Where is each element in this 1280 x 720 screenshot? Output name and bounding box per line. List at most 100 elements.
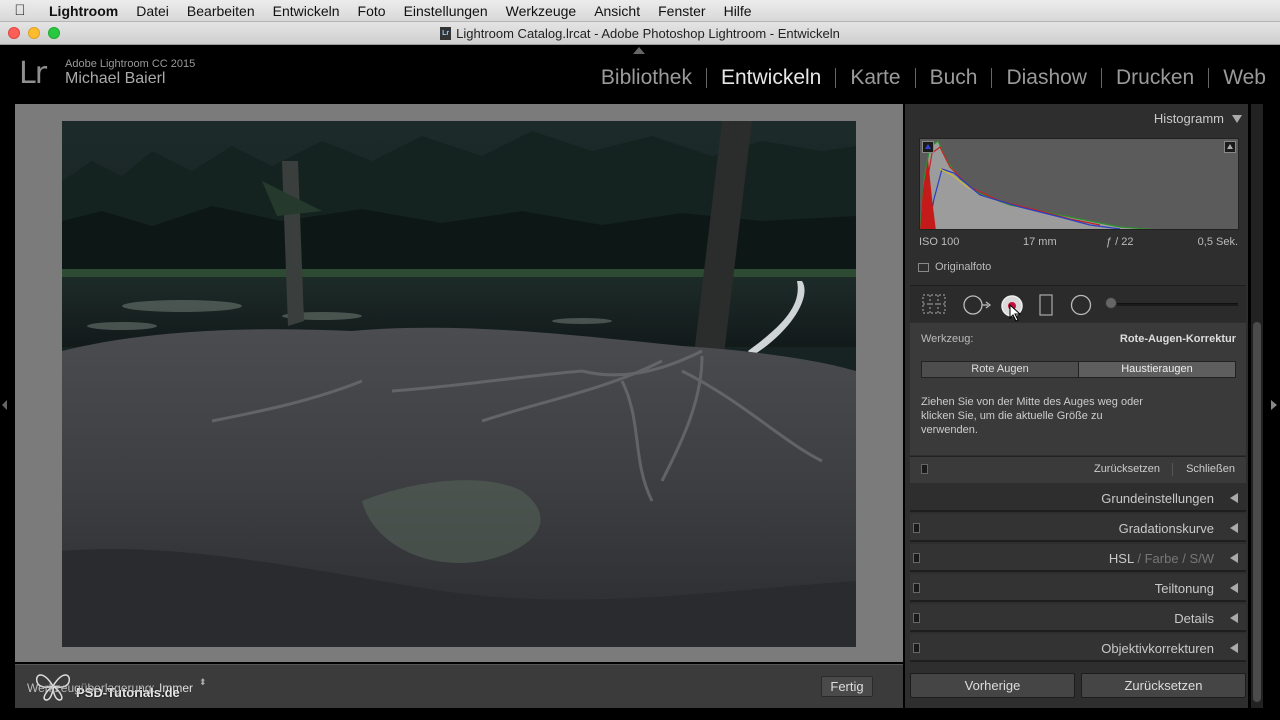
done-button[interactable]: Fertig <box>821 676 873 697</box>
module-entwickeln[interactable]: Entwickeln <box>705 67 835 88</box>
exif-aperture: ƒ / 22 <box>1106 236 1134 248</box>
photo-image <box>62 121 856 647</box>
section-toggle-switch[interactable] <box>913 523 920 533</box>
red-eye-footer: Zurücksetzen Schließen <box>910 456 1246 483</box>
module-web[interactable]: Web <box>1208 67 1280 88</box>
module-drucken[interactable]: Drucken <box>1100 67 1208 88</box>
spot-removal-icon[interactable] <box>962 294 992 316</box>
menu-foto[interactable]: Foto <box>349 3 395 19</box>
separator <box>1172 463 1173 476</box>
document-icon: Lr <box>440 26 452 40</box>
section-toggle-switch[interactable] <box>913 643 920 653</box>
right-panel-scrollbar[interactable] <box>1251 104 1263 708</box>
bw-tab[interactable]: S/W <box>1189 551 1214 566</box>
section-details-title: Details <box>1174 611 1214 626</box>
menu-datei[interactable]: Datei <box>127 3 178 19</box>
top-panel-toggle-icon[interactable] <box>633 47 645 54</box>
section-hsl[interactable]: HSL / Farbe / S/W <box>910 544 1246 572</box>
section-toggle-switch[interactable] <box>913 553 920 563</box>
product-name: Adobe Lightroom CC 2015 <box>65 58 196 70</box>
adjustment-brush-slider-knob[interactable] <box>1105 297 1117 309</box>
histogram-header[interactable]: Histogramm <box>1154 111 1242 126</box>
close-window-button[interactable] <box>8 27 20 39</box>
adjustment-brush-slider-track[interactable] <box>1110 303 1238 306</box>
module-picker: Bibliothek Entwickeln Karte Buch Diashow… <box>587 67 1280 88</box>
collapse-triangle-icon[interactable] <box>1232 114 1242 123</box>
tool-overlay-select[interactable]: Immer <box>159 681 193 695</box>
red-eye-close-button[interactable]: Schließen <box>1186 463 1235 475</box>
graduated-filter-icon[interactable] <box>1038 294 1054 316</box>
section-tone-curve-title: Gradationskurve <box>1118 521 1214 536</box>
section-tone-curve[interactable]: Gradationskurve <box>910 514 1246 542</box>
red-eye-hint: Ziehen Sie von der Mitte des Auges weg o… <box>921 396 1143 436</box>
menu-einstellungen[interactable]: Einstellungen <box>395 3 497 19</box>
tool-overlay-label: Werkzeugüberlagerung: <box>27 681 155 695</box>
module-diashow[interactable]: Diashow <box>991 67 1101 88</box>
red-eye-reset-button[interactable]: Zurücksetzen <box>1094 463 1160 475</box>
crop-overlay-icon[interactable] <box>922 294 946 314</box>
tool-overlay-stepper-icon[interactable]: ⬍ <box>199 678 207 687</box>
develop-bottom-bar: Vorherige Zurücksetzen <box>905 666 1248 708</box>
hsl-separator: / <box>1182 551 1186 566</box>
image-canvas[interactable] <box>15 104 903 662</box>
histogram-title: Histogramm <box>1153 111 1224 126</box>
tool-label: Werkzeug: <box>921 333 974 345</box>
section-details[interactable]: Details <box>910 604 1246 632</box>
red-eye-panel: Werkzeug: Rote-Augen-Korrektur Rote Auge… <box>910 323 1246 455</box>
menu-werkzeuge[interactable]: Werkzeuge <box>497 3 586 19</box>
previous-button[interactable]: Vorherige <box>910 673 1075 698</box>
lightroom-logo: Lr <box>19 56 47 91</box>
window-title: Lightroom Catalog.lrcat - Adobe Photosho… <box>456 25 840 41</box>
section-lens-corrections[interactable]: Objektivkorrekturen <box>910 634 1246 662</box>
red-eye-mode-button[interactable]: Rote Augen <box>922 362 1079 377</box>
highlight-clipping-icon[interactable] <box>1224 141 1236 153</box>
section-toggle-switch[interactable] <box>913 583 920 593</box>
exif-iso: ISO 100 <box>919 236 960 248</box>
tool-strip <box>910 286 1246 322</box>
photo-preview[interactable] <box>62 121 856 647</box>
section-toggle-switch[interactable] <box>913 613 920 623</box>
section-hsl-title: HSL / Farbe / S/W <box>1109 551 1214 566</box>
toolbar: PSD-Tutorials.de Werkzeugüberlagerung: I… <box>15 664 903 708</box>
exif-focal: 17 mm <box>1023 236 1057 248</box>
expand-triangle-icon[interactable] <box>1230 523 1238 533</box>
apple-menu-icon[interactable]:  <box>0 2 40 19</box>
section-basic-title: Grundeinstellungen <box>1101 491 1214 506</box>
hsl-tab[interactable]: HSL <box>1109 551 1134 566</box>
module-bibliothek[interactable]: Bibliothek <box>587 67 706 88</box>
module-karte[interactable]: Karte <box>835 67 914 88</box>
original-photo-checkbox[interactable] <box>918 263 929 272</box>
menu-hilfe[interactable]: Hilfe <box>715 3 761 19</box>
expand-triangle-icon[interactable] <box>1230 493 1238 503</box>
expand-triangle-icon[interactable] <box>1230 583 1238 593</box>
zoom-window-button[interactable] <box>48 27 60 39</box>
menu-lightroom[interactable]: Lightroom <box>40 3 127 19</box>
window-titlebar: Lr Lightroom Catalog.lrcat - Adobe Photo… <box>0 22 1280 45</box>
right-panel-toggle-icon[interactable] <box>1271 400 1277 410</box>
reset-all-button[interactable]: Zurücksetzen <box>1081 673 1246 698</box>
scrollbar-thumb[interactable] <box>1253 322 1261 702</box>
shadow-clipping-icon[interactable] <box>922 141 934 153</box>
section-basic[interactable]: Grundeinstellungen <box>910 484 1246 512</box>
section-split-toning-title: Teiltonung <box>1154 581 1214 596</box>
module-buch[interactable]: Buch <box>914 67 992 88</box>
left-panel-toggle-icon[interactable] <box>2 400 7 410</box>
menu-bearbeiten[interactable]: Bearbeiten <box>178 3 264 19</box>
panel-toggle-switch[interactable] <box>921 464 928 474</box>
original-photo-label: Originalfoto <box>935 261 992 273</box>
right-panel: Histogramm ISO 100 17 mm ƒ / 22 0,5 Sek.… <box>905 104 1248 708</box>
menu-entwickeln[interactable]: Entwickeln <box>264 3 349 19</box>
menu-ansicht[interactable]: Ansicht <box>585 3 649 19</box>
radial-filter-icon[interactable] <box>1070 294 1092 316</box>
minimize-window-button[interactable] <box>28 27 40 39</box>
color-tab[interactable]: Farbe <box>1145 551 1179 566</box>
expand-triangle-icon[interactable] <box>1230 643 1238 653</box>
user-name: Michael Baierl <box>65 70 166 87</box>
menu-fenster[interactable]: Fenster <box>649 3 714 19</box>
expand-triangle-icon[interactable] <box>1230 613 1238 623</box>
section-split-toning[interactable]: Teiltonung <box>910 574 1246 602</box>
expand-triangle-icon[interactable] <box>1230 553 1238 563</box>
exif-shutter: 0,5 Sek. <box>1197 236 1238 248</box>
histogram-graph[interactable] <box>919 138 1239 230</box>
pet-eye-mode-button[interactable]: Haustieraugen <box>1079 362 1235 377</box>
